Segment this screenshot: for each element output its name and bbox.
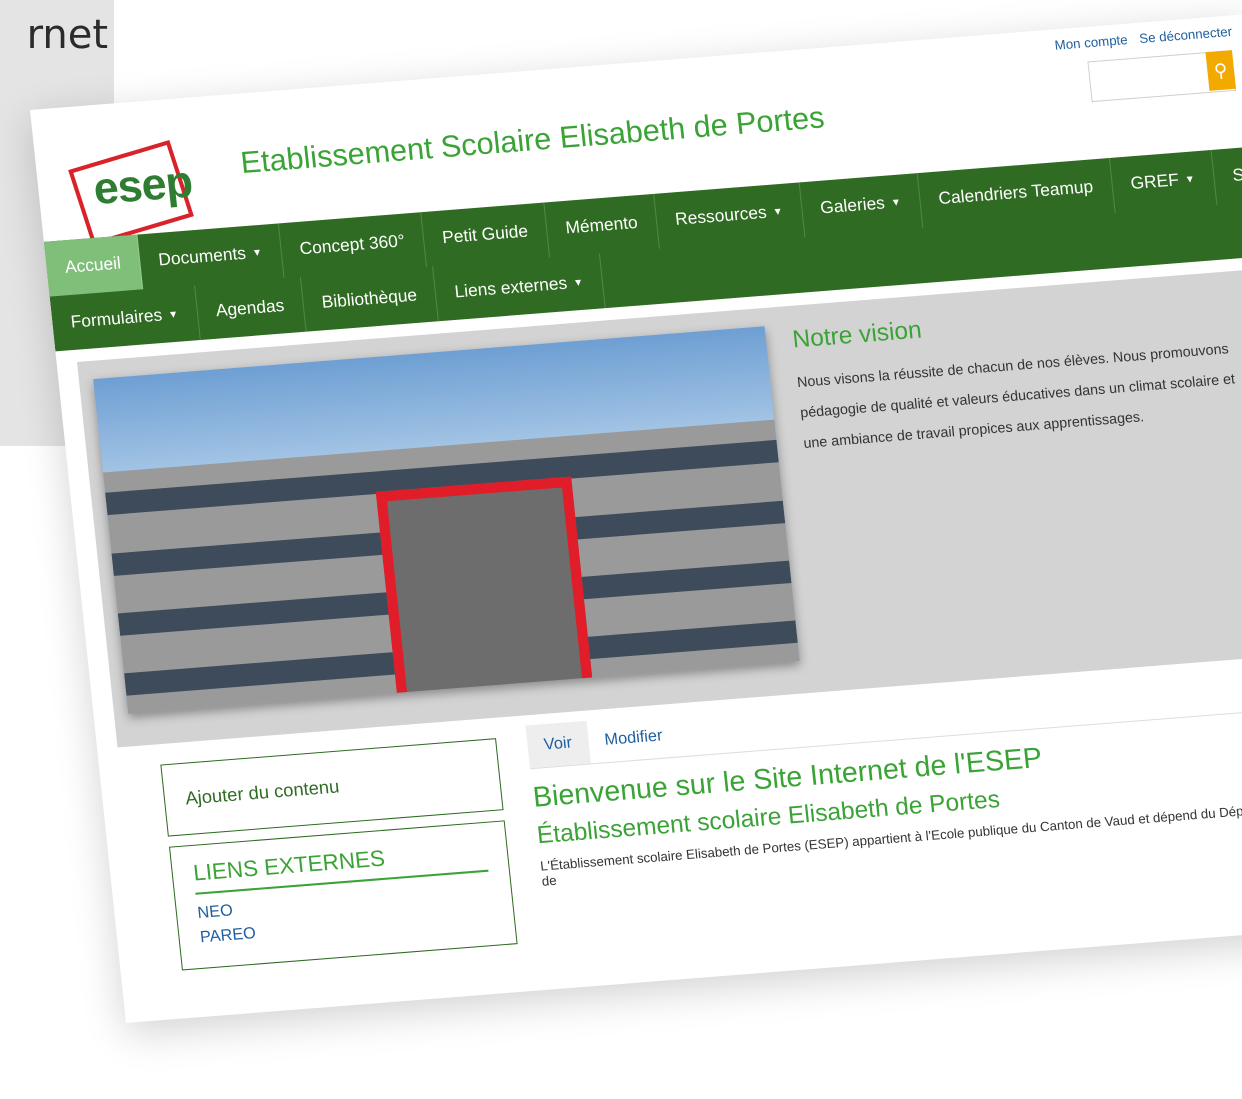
add-content-link[interactable]: Ajouter du contenu bbox=[160, 738, 504, 837]
nav-label: Accueil bbox=[63, 253, 122, 277]
nav-item-ressources[interactable]: Ressources ▼ bbox=[654, 182, 805, 249]
nav-label: Calendriers Teamup bbox=[937, 176, 1095, 209]
nav-label: Agendas bbox=[214, 295, 286, 321]
chevron-down-icon: ▼ bbox=[572, 276, 584, 289]
nav-item-formulaires[interactable]: Formulaires ▼ bbox=[49, 285, 201, 352]
logo[interactable]: esep bbox=[64, 127, 217, 247]
nav-label: GREF bbox=[1129, 170, 1180, 194]
logout-link[interactable]: Se déconnecter bbox=[1139, 24, 1233, 47]
nav-item-agendas[interactable]: Agendas bbox=[194, 276, 307, 341]
nav-item-galeries[interactable]: Galeries ▼ bbox=[799, 173, 924, 238]
utility-links: Mon compte Se déconnecter bbox=[1046, 24, 1233, 54]
nav-label: Petit Guide bbox=[441, 221, 529, 248]
chevron-down-icon: ▼ bbox=[167, 308, 179, 321]
nav-item-accueil[interactable]: Accueil bbox=[43, 234, 144, 297]
nav-label: Documents bbox=[157, 243, 247, 270]
tab-voir[interactable]: Voir bbox=[525, 720, 591, 769]
chevron-down-icon: ▼ bbox=[1184, 173, 1196, 186]
search-box: ⚲ bbox=[1087, 50, 1237, 103]
search-button[interactable]: ⚲ bbox=[1205, 50, 1236, 91]
nav-label: Mémento bbox=[564, 212, 639, 238]
school-building-photo bbox=[93, 326, 800, 714]
chevron-down-icon: ▼ bbox=[251, 246, 263, 259]
nav-label: Ressources bbox=[674, 202, 768, 229]
nav-item-memento[interactable]: Mémento bbox=[544, 193, 660, 258]
search-input[interactable] bbox=[1088, 52, 1217, 97]
site-title[interactable]: Etablissement Scolaire Elisabeth de Port… bbox=[239, 101, 826, 181]
nav-label: Galeries bbox=[819, 193, 886, 218]
hero-section: Notre vision Nous visons la réussite de … bbox=[76, 269, 1242, 748]
nav-label: Liens externes bbox=[453, 273, 569, 302]
chevron-down-icon: ▼ bbox=[772, 205, 784, 218]
vision-text: Nous visons la réussite de chacun de nos… bbox=[796, 339, 1236, 452]
vision-block: Notre vision Nous visons la réussite de … bbox=[791, 291, 1242, 458]
nav-item-petit-guide[interactable]: Petit Guide bbox=[421, 202, 551, 267]
sidebar: Ajouter du contenu LIENS EXTERNES NEO PA… bbox=[160, 738, 518, 971]
background-text-fragment-top: rnet bbox=[26, 12, 108, 58]
chevron-down-icon: ▼ bbox=[890, 196, 902, 209]
website-screenshot: Mon compte Se déconnecter ⚲ esep Etablis… bbox=[30, 13, 1242, 1023]
nav-item-bibliotheque[interactable]: Bibliothèque bbox=[300, 266, 440, 332]
nav-label: Formulaires bbox=[69, 305, 164, 332]
external-links-block: LIENS EXTERNES NEO PAREO bbox=[168, 820, 518, 971]
search-icon: ⚲ bbox=[1212, 59, 1229, 81]
nav-label: Concept 360° bbox=[298, 230, 406, 259]
my-account-link[interactable]: Mon compte bbox=[1054, 32, 1128, 53]
tab-modifier[interactable]: Modifier bbox=[586, 714, 681, 764]
nav-item-calendriers-teamup[interactable]: Calendriers Teamup bbox=[917, 158, 1116, 228]
photo-red-entrance-frame bbox=[375, 476, 594, 714]
nav-item-services-en-ligne[interactable]: Services en ligne▼ bbox=[1211, 135, 1242, 205]
nav-item-gref[interactable]: GREF ▼ bbox=[1109, 149, 1218, 213]
nav-row-primary: Accueil Documents ▼ Concept 360° Petit Gu… bbox=[43, 135, 1242, 297]
nav-label: Services en ligne bbox=[1231, 155, 1242, 186]
nav-label: Bibliothèque bbox=[320, 285, 418, 312]
logo-text: esep bbox=[91, 156, 195, 215]
nav-item-liens-externes[interactable]: Liens externes ▼ bbox=[433, 253, 606, 322]
